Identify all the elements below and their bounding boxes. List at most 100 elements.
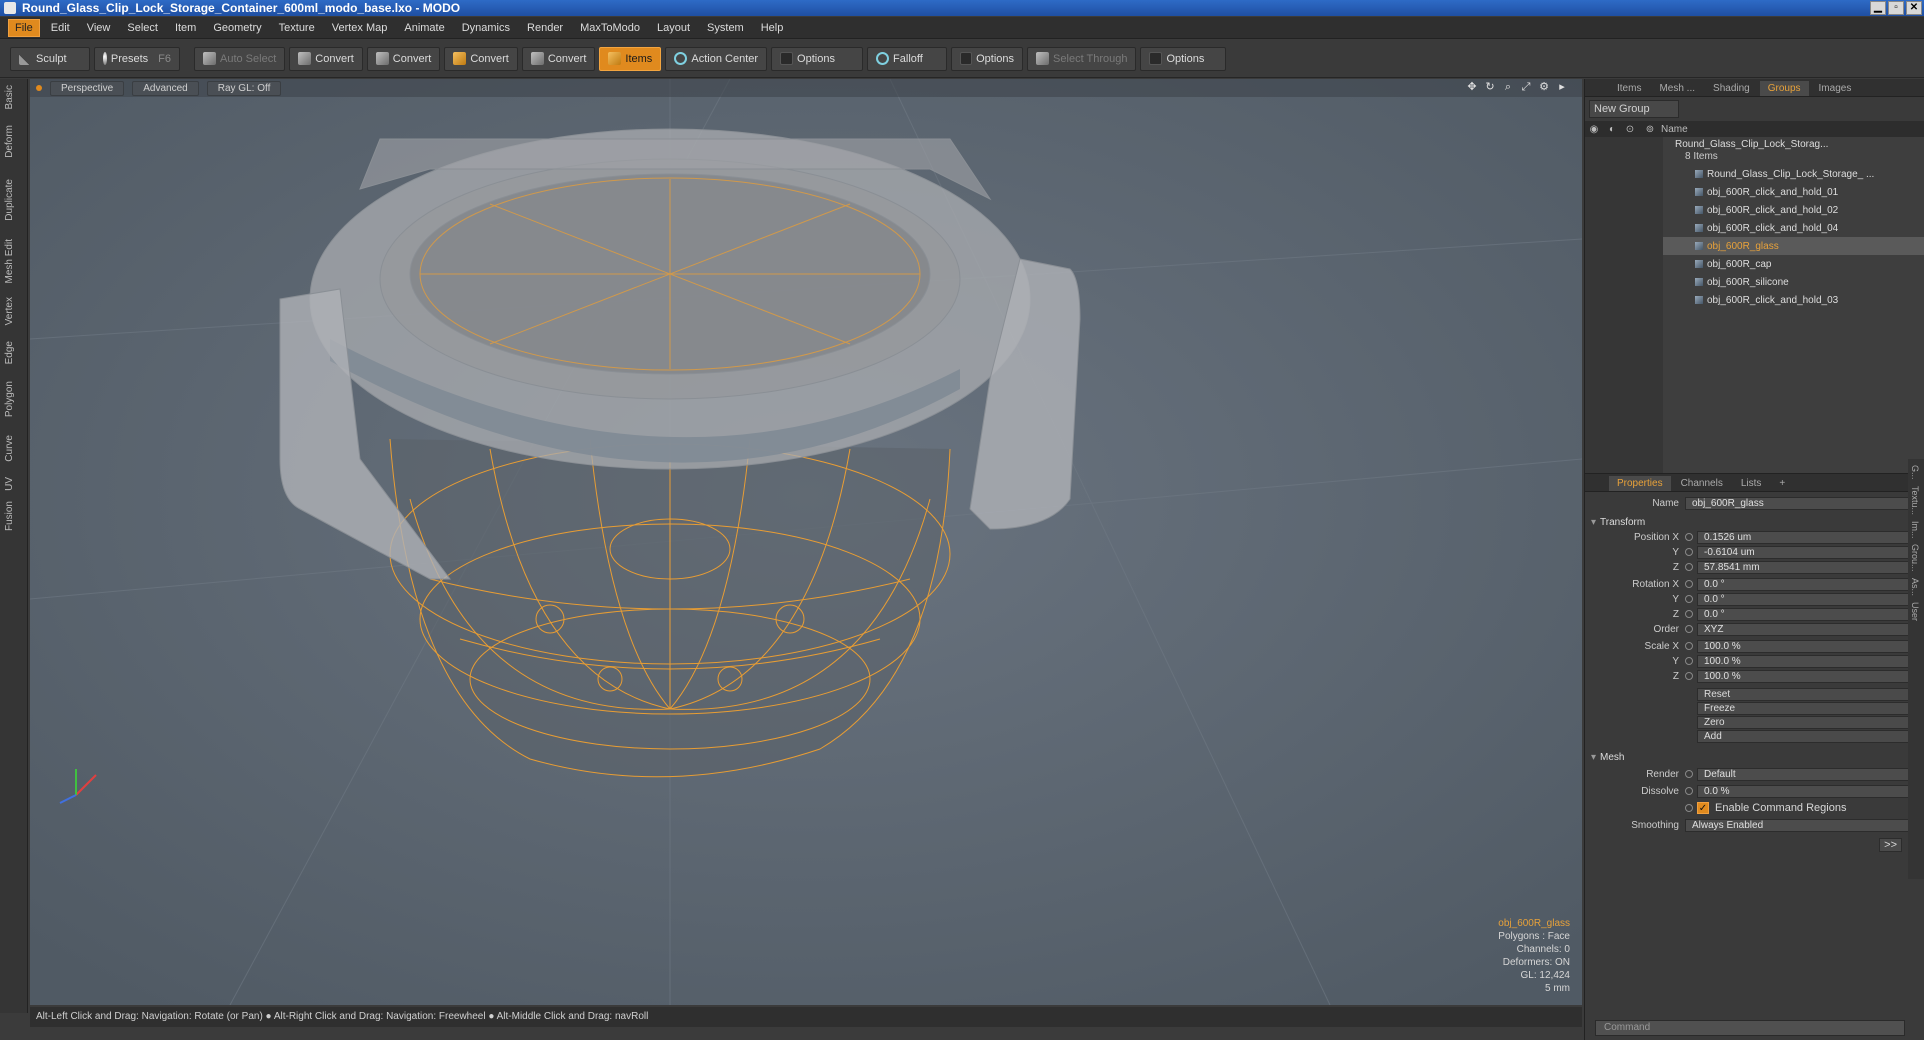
view-type-dropdown[interactable]: Perspective	[50, 80, 125, 96]
menu-geometry[interactable]: Geometry	[207, 20, 267, 36]
menu-vertex-map[interactable]: Vertex Map	[326, 20, 394, 36]
scale-z-field[interactable]: 100.0 %	[1697, 669, 1918, 683]
rotation-order-select[interactable]: XYZ	[1697, 622, 1918, 636]
tab-mesh-edit[interactable]: Mesh Edit	[4, 239, 24, 283]
tab-shading[interactable]: Shading	[1705, 81, 1758, 96]
position-y-field[interactable]: -0.6104 um	[1697, 545, 1918, 559]
menu-file[interactable]: File	[8, 18, 40, 37]
menu-help[interactable]: Help	[755, 20, 790, 36]
items-mode-button[interactable]: Items	[599, 46, 662, 71]
window-title: Round_Glass_Clip_Lock_Storage_Container_…	[22, 1, 461, 15]
side-tab[interactable]: Textu...	[1910, 486, 1920, 515]
side-tab[interactable]: Im...	[1910, 521, 1920, 539]
properties-panel: Name obj_600R_glass Transform Position X…	[1585, 492, 1924, 856]
menu-item[interactable]: Item	[169, 20, 202, 36]
side-tab[interactable]: User	[1910, 602, 1920, 621]
side-tab[interactable]: G...	[1910, 465, 1920, 480]
tab-curve[interactable]: Curve	[4, 435, 24, 462]
tab-images[interactable]: Images	[1811, 81, 1860, 96]
command-input[interactable]: Command	[1595, 1020, 1905, 1036]
menu-render[interactable]: Render	[521, 20, 569, 36]
select-through-button[interactable]: Select Through	[1027, 46, 1137, 71]
zero-button[interactable]: Zero	[1697, 716, 1918, 729]
tab-edge[interactable]: Edge	[4, 341, 24, 364]
menu-select[interactable]: Select	[121, 20, 164, 36]
falloff-button[interactable]: Falloff	[867, 46, 948, 71]
maximize-button[interactable]: ▫	[1888, 1, 1904, 15]
auto-select-button[interactable]: Auto Select	[194, 46, 286, 71]
shading-style-dropdown[interactable]: Advanced	[132, 80, 199, 96]
rotation-z-field[interactable]: 0.0 °	[1697, 607, 1918, 621]
tab-duplicate[interactable]: Duplicate	[4, 179, 24, 221]
tab-groups[interactable]: Groups	[1759, 81, 1809, 96]
tab-lists[interactable]: Lists	[1733, 476, 1770, 491]
convert-vertex-button[interactable]: Convert	[289, 46, 363, 71]
menu-system[interactable]: System	[701, 20, 750, 36]
enable-command-regions-label: Enable Command Regions	[1715, 802, 1847, 814]
mesh-icon	[1695, 187, 1703, 196]
menu-dynamics[interactable]: Dynamics	[456, 20, 516, 36]
freeze-button[interactable]: Freeze	[1697, 702, 1918, 715]
tab-vertex[interactable]: Vertex	[4, 297, 24, 325]
scale-y-field[interactable]: 100.0 %	[1697, 654, 1918, 668]
add-button[interactable]: Add	[1697, 730, 1918, 743]
action-center-options-button[interactable]: Options	[771, 46, 864, 71]
options-icon	[780, 52, 794, 65]
tab-polygon[interactable]: Polygon	[4, 381, 24, 417]
render-select[interactable]: Default	[1697, 767, 1918, 781]
item-name-field[interactable]: obj_600R_glass	[1685, 496, 1918, 510]
zoom-view-icon[interactable]: ⌕	[1502, 81, 1514, 93]
menu-layout[interactable]: Layout	[651, 20, 696, 36]
3d-viewport[interactable]: Perspective Advanced Ray GL: Off ✥ ↻ ⌕ ⤢…	[30, 79, 1582, 1005]
menu-animate[interactable]: Animate	[398, 20, 450, 36]
tab-channels[interactable]: Channels	[1673, 476, 1731, 491]
mesh-section[interactable]: Mesh	[1591, 749, 1918, 765]
tab-mesh[interactable]: Mesh ...	[1651, 81, 1703, 96]
gear-icon[interactable]: ⚙	[1538, 81, 1550, 93]
dissolve-field[interactable]: 0.0 %	[1697, 784, 1918, 798]
tab-deform[interactable]: Deform	[4, 125, 24, 158]
rotate-view-icon[interactable]: ↻	[1484, 81, 1496, 93]
mesh-icon	[1695, 241, 1703, 250]
minimize-button[interactable]: ▁	[1870, 1, 1886, 15]
rotation-y-field[interactable]: 0.0 °	[1697, 592, 1918, 606]
raygl-toggle[interactable]: Ray GL: Off	[206, 80, 282, 96]
close-button[interactable]: ✕	[1906, 1, 1922, 15]
transform-section[interactable]: Transform	[1591, 514, 1918, 530]
sculpt-button[interactable]: Sculpt	[10, 46, 90, 71]
enable-command-regions-checkbox[interactable]: ✓	[1697, 802, 1709, 814]
menu-view[interactable]: View	[81, 20, 117, 36]
presets-button[interactable]: Presets F6	[94, 46, 180, 71]
falloff-options-button[interactable]: Options	[951, 46, 1024, 71]
more-button[interactable]: >>	[1879, 838, 1902, 852]
tab-basic[interactable]: Basic	[4, 85, 24, 109]
menu-edit[interactable]: Edit	[45, 20, 76, 36]
name-column-header[interactable]: Name	[1661, 124, 1688, 135]
tab-items[interactable]: Items	[1609, 81, 1649, 96]
smoothing-select[interactable]: Always Enabled	[1685, 818, 1918, 832]
reset-button[interactable]: Reset	[1697, 688, 1918, 701]
scale-x-field[interactable]: 100.0 %	[1697, 639, 1918, 653]
rotation-x-field[interactable]: 0.0 °	[1697, 577, 1918, 591]
select-options-button[interactable]: Options	[1140, 46, 1227, 71]
tab-fusion[interactable]: Fusion	[4, 501, 24, 531]
fit-view-icon[interactable]: ⤢	[1520, 81, 1532, 93]
tab-properties[interactable]: Properties	[1609, 476, 1671, 491]
action-center-button[interactable]: Action Center	[665, 46, 768, 71]
tab-add[interactable]: +	[1771, 476, 1793, 491]
side-tab[interactable]: As...	[1910, 578, 1920, 596]
expand-arrow-icon[interactable]: ▸	[1556, 81, 1568, 93]
convert-polygon-button[interactable]: Convert	[444, 46, 518, 71]
new-group-button[interactable]: New Group	[1589, 100, 1679, 118]
move-view-icon[interactable]: ✥	[1466, 81, 1478, 93]
viewport-menu-dot-icon[interactable]	[36, 85, 42, 91]
position-z-field[interactable]: 57.8541 mm	[1697, 560, 1918, 574]
side-tab-strip: G... Textu... Im... Grou... As... User	[1908, 459, 1924, 879]
convert-material-button[interactable]: Convert	[521, 46, 596, 71]
convert-edge-button[interactable]: Convert	[366, 46, 441, 71]
position-x-field[interactable]: 0.1526 um	[1697, 530, 1918, 544]
side-tab[interactable]: Grou...	[1910, 544, 1920, 572]
menu-texture[interactable]: Texture	[273, 20, 321, 36]
tab-uv[interactable]: UV	[4, 477, 24, 491]
menu-maxtomodo[interactable]: MaxToModo	[574, 20, 646, 36]
